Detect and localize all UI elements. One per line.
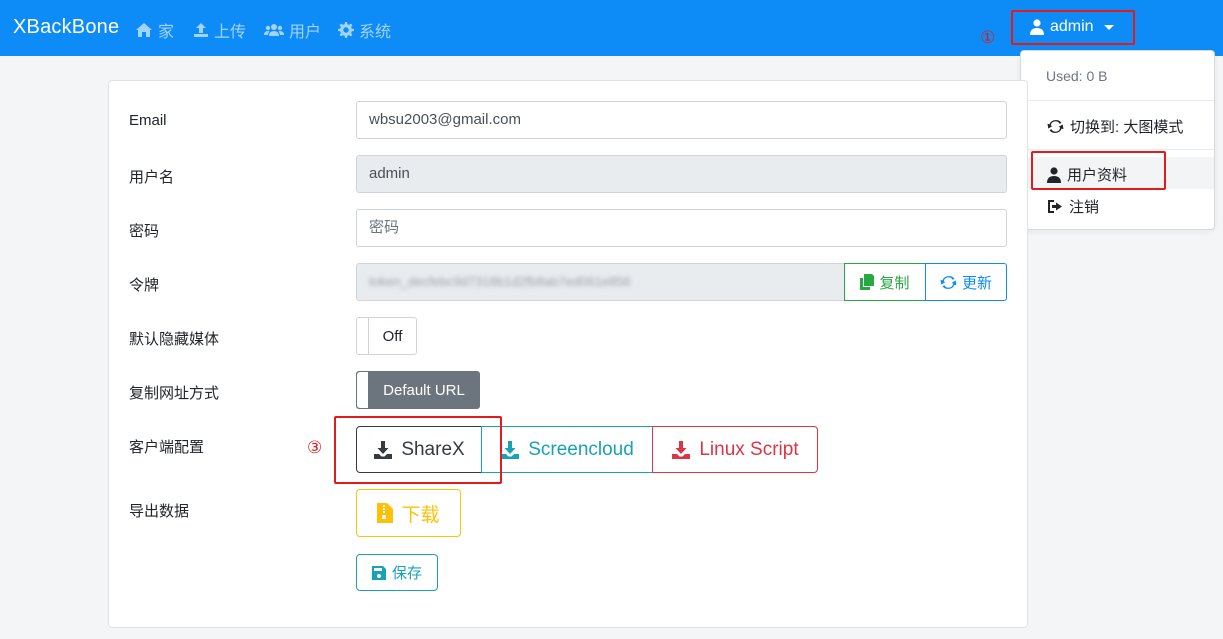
annotation-box-2	[1031, 151, 1166, 190]
token-value: token_decfebc9d7318b1d2fb8ab7ed061e856	[369, 274, 631, 289]
logout-menu-label: 注销	[1069, 199, 1100, 216]
nav-users-label: 用户	[289, 24, 322, 41]
gear-icon	[338, 22, 354, 38]
copy-token-label: 复制	[879, 274, 910, 292]
download-icon	[501, 440, 520, 459]
annotation-box-1	[1011, 10, 1135, 45]
copy-url-mode-value: Default URL	[383, 381, 465, 399]
export-download-button[interactable]: 下载	[356, 489, 461, 537]
save-label: 保存	[391, 565, 422, 582]
refresh-token-label: 更新	[961, 274, 992, 292]
linux-script-label: Linux Script	[699, 438, 799, 460]
screencloud-label: Screencloud	[528, 438, 634, 460]
export-data-label: 导出数据	[129, 503, 190, 520]
nav-home-label: 家	[158, 24, 175, 41]
home-icon	[136, 23, 152, 37]
nav-users[interactable]: 用户	[264, 18, 321, 42]
dropdown-divider	[1021, 100, 1214, 101]
username-label: 用户名	[129, 169, 175, 186]
hide-media-toggle[interactable]: Off	[356, 317, 417, 355]
sync-icon	[940, 275, 957, 289]
linux-script-download-button[interactable]: Linux Script	[652, 426, 818, 473]
users-icon	[264, 24, 284, 36]
toggle-knob	[357, 372, 369, 408]
nav-system[interactable]: 系统	[338, 18, 391, 42]
export-download-label: 下载	[401, 504, 440, 526]
screencloud-download-button[interactable]: Screencloud	[481, 426, 653, 473]
switch-view-mode-label: 切换到: 大图模式	[1070, 119, 1184, 136]
nav-upload-label: 上传	[214, 24, 247, 41]
annotation-number-1: ①	[980, 28, 996, 47]
client-config-label: 客户端配置	[129, 439, 205, 456]
switch-view-mode-item[interactable]: 切换到: 大图模式	[1047, 116, 1183, 137]
user-dropdown-menu: Used: 0 B 切换到: 大图模式 用户资料 注销	[1020, 50, 1215, 230]
storage-used-text: Used: 0 B	[1046, 68, 1108, 84]
annotation-number-3: ③	[307, 438, 323, 457]
nav-system-label: 系统	[359, 24, 392, 41]
email-field[interactable]: wbsu2003@gmail.com	[356, 101, 1007, 139]
copy-icon	[860, 274, 875, 290]
nav-home[interactable]: 家	[135, 18, 174, 42]
copy-token-button[interactable]: 复制	[844, 263, 926, 301]
hide-media-value: Off	[382, 327, 403, 345]
save-icon	[371, 565, 386, 580]
token-label: 令牌	[129, 277, 160, 294]
sign-out-icon	[1048, 200, 1062, 213]
username-field: admin	[356, 155, 1007, 193]
token-field: token_decfebc9d7318b1d2fb8ab7ed061e856	[356, 263, 845, 301]
logout-menu-item[interactable]: 注销	[1047, 196, 1099, 217]
profile-form-card: Email wbsu2003@gmail.com 用户名 admin 密码 密码…	[108, 80, 1028, 628]
download-icon	[672, 440, 691, 459]
hide-media-label: 默认隐藏媒体	[129, 331, 220, 348]
file-archive-icon	[377, 503, 394, 523]
copy-url-mode-toggle[interactable]: Default URL	[356, 371, 480, 409]
refresh-token-button[interactable]: 更新	[925, 263, 1007, 301]
save-button[interactable]: 保存	[356, 554, 438, 591]
toggle-knob	[357, 318, 369, 354]
email-label: Email	[129, 112, 167, 129]
nav-upload[interactable]: 上传	[193, 18, 246, 42]
password-field[interactable]: 密码	[356, 209, 1007, 247]
brand-logo[interactable]: XBackBone	[13, 16, 119, 39]
copy-url-mode-label: 复制网址方式	[129, 385, 220, 402]
sync-icon	[1047, 120, 1064, 133]
upload-icon	[194, 23, 208, 37]
annotation-box-3	[334, 416, 502, 484]
dropdown-divider	[1021, 149, 1214, 150]
password-label: 密码	[129, 223, 160, 240]
